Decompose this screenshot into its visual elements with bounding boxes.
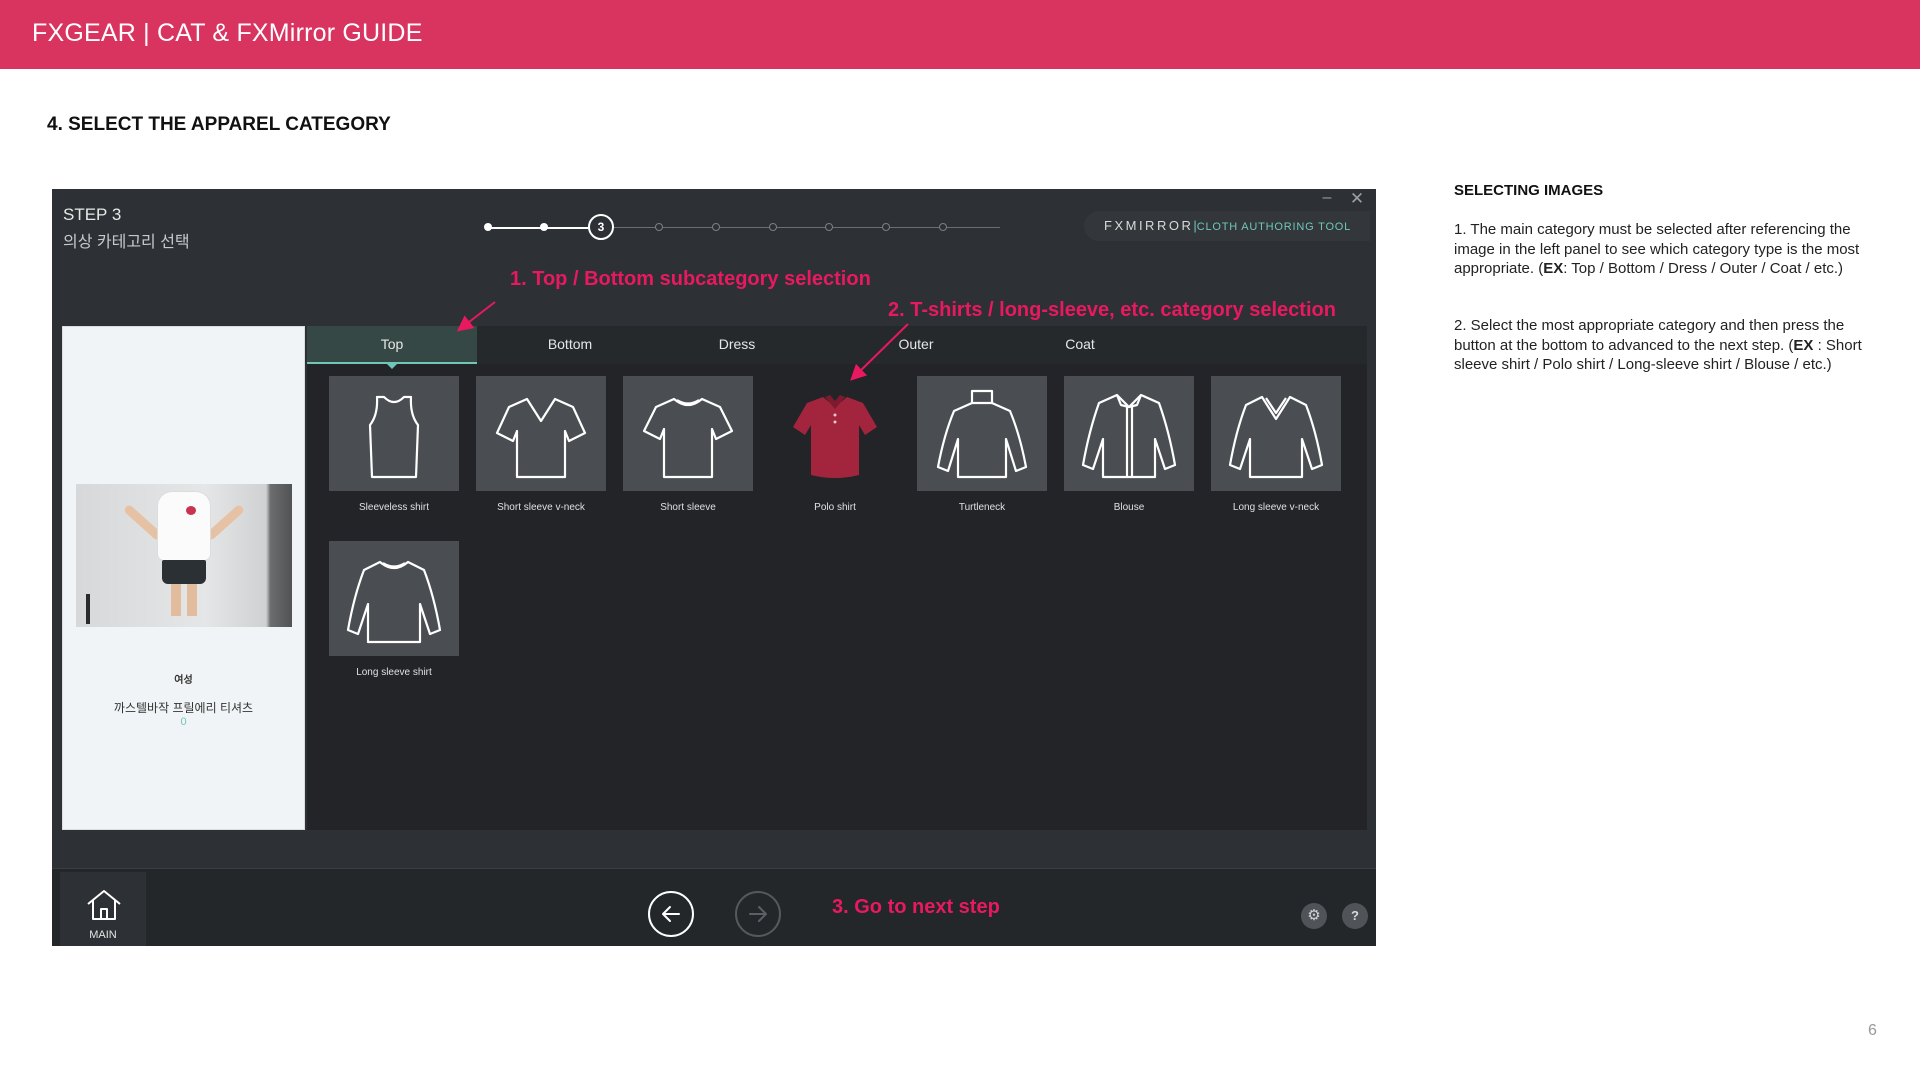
annotation-subcategory: 1. Top / Bottom subcategory selection bbox=[510, 268, 871, 290]
side-paragraph-2: 2. Select the most appropriate category … bbox=[1454, 317, 1862, 373]
arrow-right-icon bbox=[749, 906, 767, 922]
stepper-dot-1 bbox=[484, 223, 492, 231]
page-number: 6 bbox=[1868, 1022, 1877, 1039]
back-button[interactable] bbox=[648, 891, 694, 937]
gear-icon[interactable]: ⚙ bbox=[1301, 903, 1327, 929]
short-sleeve-vneck-icon bbox=[495, 397, 587, 478]
polo-shirt-photo bbox=[793, 394, 877, 478]
stepper-dot-8 bbox=[882, 223, 890, 231]
item-label: Short sleeve v-neck bbox=[497, 502, 585, 513]
category-item-blouse[interactable]: Blouse bbox=[1064, 376, 1194, 513]
reference-photo bbox=[76, 484, 292, 627]
stepper-dot-6 bbox=[769, 223, 777, 231]
home-icon bbox=[87, 890, 121, 920]
side-paragraph-1: 1. The main category must be selected af… bbox=[1454, 221, 1860, 277]
brand-logo: FXMIRROR|CLOTH AUTHORING TOOL bbox=[1084, 211, 1370, 241]
section-heading: 4. SELECT THE APPAREL CATEGORY bbox=[47, 114, 391, 135]
banner-title: FXGEAR | CAT & FXMirror GUIDE bbox=[32, 19, 423, 47]
bottom-navigation: MAIN ⚙ ? bbox=[52, 868, 1376, 946]
category-item-sleeveless-shirt[interactable]: Sleeveless shirt bbox=[329, 376, 459, 513]
item-label: Long sleeve v-neck bbox=[1232, 502, 1320, 513]
item-label: Sleeveless shirt bbox=[358, 502, 430, 513]
blouse-icon bbox=[1081, 393, 1177, 478]
short-sleeve-icon bbox=[642, 397, 734, 478]
side-heading: SELECTING IMAGES bbox=[1454, 182, 1604, 199]
tab-top[interactable]: Top bbox=[307, 326, 477, 369]
stepper-dot-5 bbox=[712, 223, 720, 231]
app-window: – ✕ STEP 3 의상 카테고리 선택 3 FXMIRROR|CLOTH A… bbox=[52, 189, 1376, 946]
item-label: Blouse bbox=[1113, 502, 1145, 513]
tab-outer[interactable]: Outer bbox=[831, 326, 1001, 364]
arrow-to-top-tab bbox=[456, 301, 496, 332]
header-banner: FXGEAR | CAT & FXMirror GUIDE bbox=[0, 0, 1920, 69]
category-item-short-sleeve-vneck[interactable]: Short sleeve v-neck bbox=[476, 376, 606, 513]
product-name: 까스텔바작 프릴에리 티셔츠 bbox=[113, 701, 254, 715]
tab-coat[interactable]: Coat bbox=[995, 326, 1165, 364]
item-label: Short sleeve bbox=[660, 502, 716, 513]
category-item-turtleneck[interactable]: Turtleneck bbox=[917, 376, 1047, 513]
brand-name: FXMIRROR bbox=[1104, 218, 1194, 233]
category-panel: Top Bottom Dress Outer Coat Sleeveless s… bbox=[307, 326, 1367, 830]
brand-tool: CLOTH AUTHORING TOOL bbox=[1196, 221, 1352, 233]
step-subtitle: 의상 카테고리 선택 bbox=[63, 234, 190, 251]
caret-down-icon bbox=[387, 364, 397, 369]
stepper-dot-7 bbox=[825, 223, 833, 231]
long-sleeve-vneck-icon bbox=[1228, 395, 1324, 478]
product-count: 0 bbox=[180, 716, 187, 728]
stepper-dot-9 bbox=[939, 223, 947, 231]
item-label: Polo shirt bbox=[814, 502, 856, 513]
item-label: Turtleneck bbox=[958, 502, 1006, 513]
step-title: STEP 3 bbox=[63, 205, 122, 224]
stepper-dot-2 bbox=[540, 223, 548, 231]
home-label: MAIN bbox=[89, 929, 117, 941]
stepper-dot-4 bbox=[655, 223, 663, 231]
tab-dress[interactable]: Dress bbox=[652, 326, 822, 364]
sleeveless-shirt-icon bbox=[368, 395, 420, 478]
minimize-button[interactable]: – bbox=[1318, 190, 1336, 209]
category-item-short-sleeve[interactable]: Short sleeve bbox=[623, 376, 753, 513]
tab-bottom[interactable]: Bottom bbox=[485, 326, 655, 364]
reference-preview-panel: 여성 까스텔바작 프릴에리 티셔츠 0 bbox=[62, 326, 305, 830]
arrow-left-icon bbox=[662, 906, 680, 922]
annotation-next-step: 3. Go to next step bbox=[832, 896, 1000, 918]
gender-label: 여성 bbox=[174, 675, 193, 686]
main-home-button[interactable]: MAIN bbox=[60, 872, 146, 946]
category-item-polo-shirt[interactable]: Polo shirt bbox=[770, 376, 900, 513]
item-label: Long sleeve shirt bbox=[356, 667, 432, 678]
help-button[interactable]: ? bbox=[1342, 903, 1368, 929]
category-item-long-sleeve-vneck[interactable]: Long sleeve v-neck bbox=[1211, 376, 1341, 513]
step-progress: 3 bbox=[484, 213, 1004, 243]
category-item-long-sleeve-shirt[interactable]: Long sleeve shirt bbox=[329, 541, 459, 678]
annotation-category: 2. T-shirts / long-sleeve, etc. category… bbox=[888, 299, 1336, 321]
turtleneck-icon bbox=[936, 389, 1028, 478]
close-button[interactable]: ✕ bbox=[1348, 190, 1366, 209]
next-button[interactable] bbox=[735, 891, 781, 937]
long-sleeve-shirt-icon bbox=[346, 560, 442, 643]
category-tabs: Top Bottom Dress Outer Coat bbox=[307, 326, 1367, 369]
stepper-current: 3 bbox=[588, 214, 614, 240]
